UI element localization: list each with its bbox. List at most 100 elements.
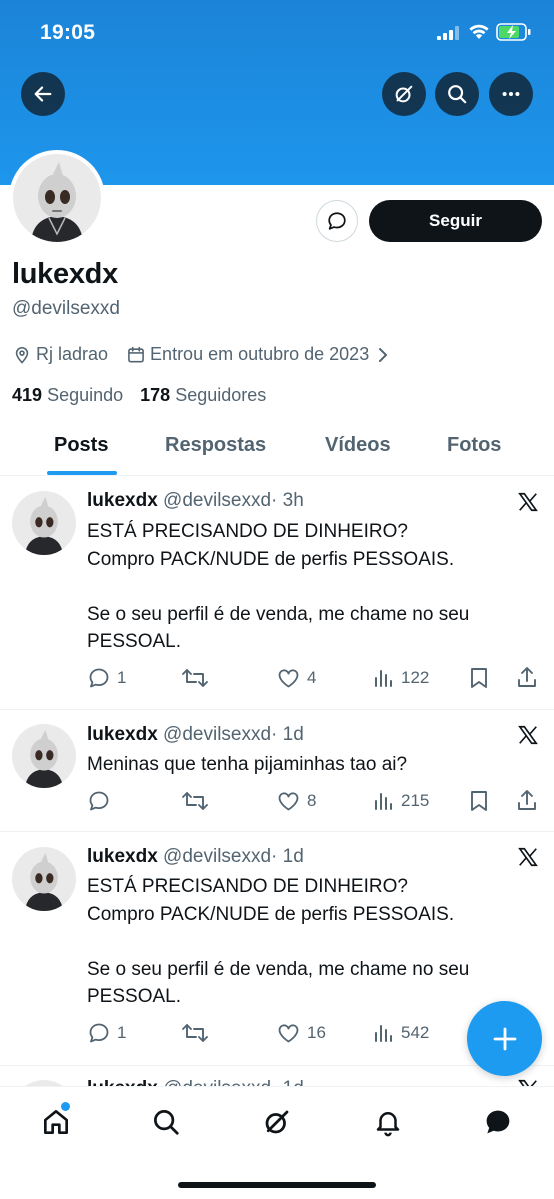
tweet-text: ESTÁ PRECISANDO DE DINHEIRO? Compro PACK… [87,521,470,652]
tab-replies[interactable]: Respostas [165,434,266,457]
bookmark-button[interactable] [469,666,489,690]
following-link[interactable]: 419 Seguindo [12,385,123,405]
heart-icon [278,669,299,688]
tweet-author-name[interactable]: lukexdx [87,490,158,511]
share-icon [518,667,536,687]
avatar-image [12,724,76,788]
tweet[interactable]: lukexdx @devilsexxd· 3h ESTÁ PRECISANDO … [0,477,554,710]
like-count: 8 [307,791,317,810]
reply-count: 1 [117,668,127,687]
active-tab-indicator [47,471,117,475]
views-button[interactable]: 215 [373,789,429,813]
profile-joined[interactable]: Entrou em outubro de 2023 [150,344,369,365]
grok-button[interactable] [382,72,426,116]
tweet[interactable]: lukexdx @devilsexxd· 1d Meninas que tenh… [0,710,554,832]
reply-button[interactable]: 1 [87,1021,126,1045]
battery-charging-icon [496,23,531,41]
tweet-time: · 3h [271,490,304,511]
bookmark-icon [471,668,487,688]
nav-grok[interactable] [259,1104,295,1140]
tweet-text: ESTÁ PRECISANDO DE DINHEIRO? Compro PACK… [87,876,470,1007]
more-button[interactable] [489,72,533,116]
reply-count: 1 [117,1023,127,1042]
retweet-button[interactable] [181,666,215,690]
reply-button[interactable]: 1 [87,666,126,690]
notifications-icon [376,1112,400,1137]
profile-name: lukexdx [12,258,118,290]
retweet-icon [182,1024,208,1042]
status-time: 19:05 [40,21,96,44]
x-logo-icon [518,725,538,745]
reply-icon [89,1023,109,1043]
tab-posts[interactable]: Posts [54,434,108,457]
avatar-image [12,491,76,555]
profile-handle: @devilsexxd [12,298,120,319]
back-arrow-icon [34,86,52,102]
views-button[interactable]: 542 [373,1021,429,1045]
share-button[interactable] [516,789,538,813]
like-button[interactable]: 16 [276,1021,326,1045]
chevron-right-icon[interactable] [377,347,389,363]
reply-icon [89,791,109,811]
following-label: Seguindo [47,385,124,405]
nav-search[interactable] [148,1104,184,1140]
profile-avatar[interactable] [9,150,105,246]
like-button[interactable]: 8 [276,789,316,813]
retweet-button[interactable] [181,1021,215,1045]
search-button[interactable] [435,72,479,116]
tweet-header: lukexdx @devilsexxd· 3h [87,490,304,512]
compose-button[interactable] [467,1001,542,1076]
tweet-text: Meninas que tenha pijaminhas tao ai? [87,754,408,775]
status-bar: 19:05 [0,18,554,48]
views-chart-icon [375,670,392,687]
views-count: 542 [401,1023,430,1042]
tweet-avatar[interactable] [12,491,76,555]
share-button[interactable] [516,666,538,690]
profile-location: Rj ladrao [36,344,109,364]
retweet-icon [182,792,208,810]
like-count: 16 [307,1023,326,1042]
nav-messages[interactable] [480,1104,516,1140]
tweet-author-handle: @devilsexxd [163,490,272,511]
followers-label: Seguidores [175,385,267,405]
tweet-avatar[interactable] [12,847,76,911]
tweet-header: lukexdx @devilsexxd· 1d [87,724,304,746]
message-button[interactable] [316,200,358,242]
tweet-author-name[interactable]: lukexdx [87,724,158,745]
tweet-avatar[interactable] [12,724,76,788]
views-chart-icon [375,1025,392,1042]
tab-photos[interactable]: Fotos [447,434,501,457]
tweet-actions: 8 215 [87,789,547,815]
like-count: 4 [307,668,317,687]
views-count: 215 [401,791,430,810]
followers-link[interactable]: 178 Seguidores [140,385,266,405]
heart-icon [278,792,299,811]
profile-tabs: Posts Respostas Vídeos Fotos [0,420,554,476]
plus-icon [493,1027,516,1050]
views-count: 122 [401,668,430,687]
back-button[interactable] [21,72,65,116]
more-icon [502,91,520,97]
tweet-time: · 1d [271,846,304,867]
views-chart-icon [375,793,392,810]
follow-stats: 419 Seguindo 178 Seguidores [12,385,266,406]
like-button[interactable]: 4 [276,666,316,690]
following-count: 419 [12,385,43,405]
tweet-time: · 1d [271,724,304,745]
chat-bubble-icon [328,212,346,230]
nav-notifications[interactable] [370,1104,406,1140]
tab-videos[interactable]: Vídeos [325,434,391,457]
reply-button[interactable] [87,789,117,813]
tweet-author-handle: @devilsexxd [163,846,272,867]
search-icon [448,85,467,104]
retweet-button[interactable] [181,789,215,813]
views-button[interactable]: 122 [373,666,429,690]
share-icon [518,790,536,810]
followers-count: 178 [140,385,171,405]
bookmark-button[interactable] [469,789,489,813]
profile-meta: Rj ladrao Entrou em outubro de 2023 [12,344,393,365]
location-icon [12,345,32,365]
bottom-navigation [0,1086,554,1199]
tweet-author-name[interactable]: lukexdx [87,846,158,867]
follow-button[interactable]: Seguir [369,200,542,242]
